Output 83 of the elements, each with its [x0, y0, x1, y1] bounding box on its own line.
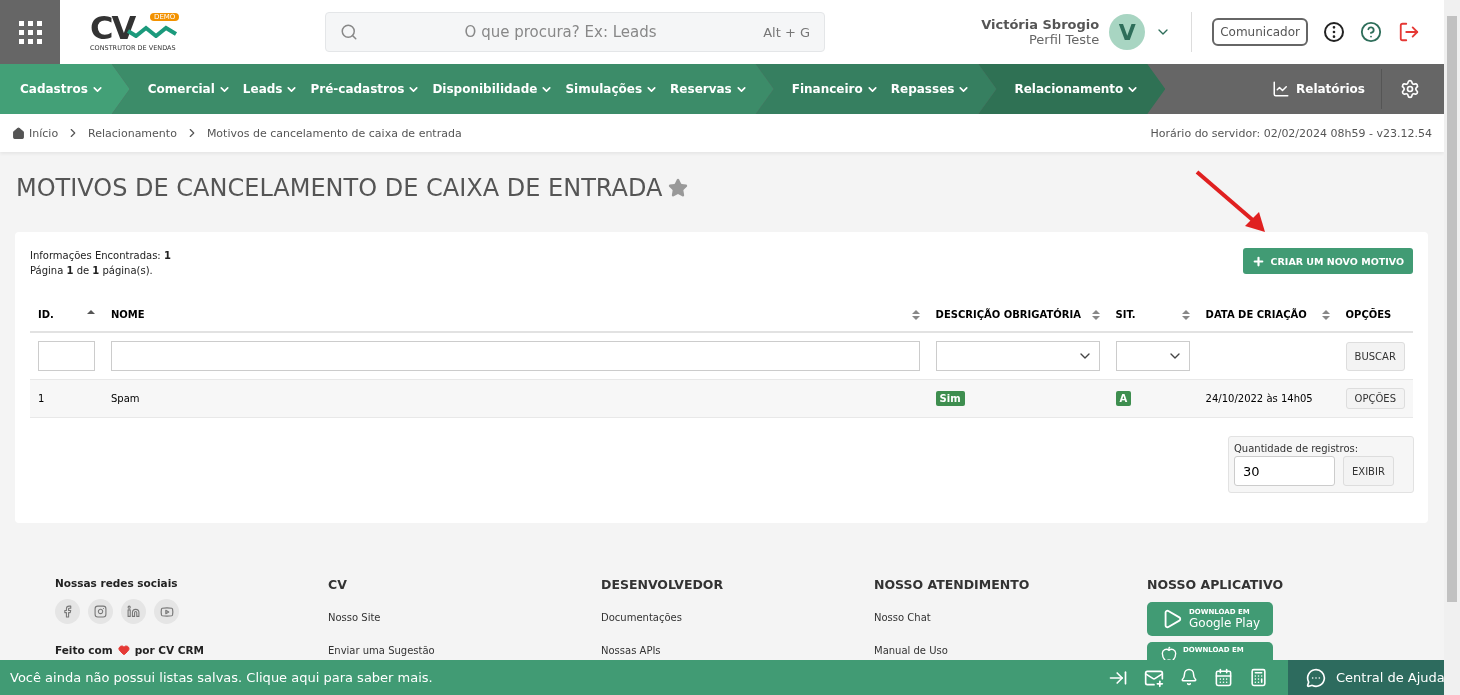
filter-select-field[interactable] [935, 341, 1100, 371]
required-badge: Sim [935, 391, 965, 406]
footer-heading: DESENVOLVEDOR [601, 577, 725, 592]
footer-link[interactable]: Nosso Chat [874, 612, 1147, 623]
nav-menu-item[interactable]: Financeiro [791, 82, 879, 96]
nav-menu-item[interactable]: Relacionamento [1014, 82, 1140, 96]
nav-menu-item[interactable]: Disponibilidade [432, 82, 554, 96]
page-title: MOTIVOS DE CANCELAMENTO DE CAIXA DE ENTRADA [16, 174, 663, 202]
favorite-star-icon[interactable] [668, 178, 689, 198]
status-badge: A [1115, 391, 1132, 406]
reports-button[interactable]: Relatórios [1256, 69, 1382, 109]
home-icon [12, 126, 25, 140]
table-cell: 24/10/2022 às 14h05 [1205, 393, 1313, 404]
filter-input-field[interactable] [38, 341, 95, 371]
footer-link[interactable]: Manual de Uso [874, 645, 1147, 656]
sort-icon[interactable] [1091, 309, 1100, 320]
records-label: Quantidade de registros: [1234, 443, 1360, 454]
nav-menu-item[interactable]: Cadastros [20, 82, 104, 96]
help-center-button[interactable]: Central de Ajuda [1288, 660, 1444, 695]
sort-icon[interactable] [1181, 309, 1190, 320]
sort-icon[interactable] [911, 309, 920, 320]
column-header: NOME [111, 309, 145, 320]
help-icon[interactable] [1360, 21, 1382, 43]
create-button[interactable]: CRIAR UM NOVO MOTIVO [1242, 248, 1413, 274]
youtube-icon[interactable] [154, 599, 179, 624]
annotation-arrow [1195, 170, 1267, 234]
footer-heading: CV [328, 577, 348, 592]
options-button[interactable]: OPÇÕES [1345, 388, 1405, 409]
social-title: Nossas redes sociais [55, 577, 179, 589]
search-button[interactable]: BUSCAR [1345, 341, 1405, 371]
breadcrumb-link[interactable]: Início [12, 126, 59, 140]
footer-heading: NOSSO ATENDIMENTO [874, 577, 1031, 592]
apple-icon [1161, 646, 1177, 660]
logout-icon[interactable] [1398, 21, 1420, 43]
nav-menu-item[interactable]: Repasses [890, 82, 971, 96]
column-header: DESCRIÇÃO OBRIGATÓRIA [935, 309, 1081, 320]
scrollbar[interactable] [1444, 0, 1460, 695]
show-button[interactable]: EXIBIR [1343, 456, 1394, 486]
instagram-icon[interactable] [88, 599, 113, 624]
nav-menu-item[interactable]: Simulações [565, 82, 659, 96]
table-cell: 1 [38, 393, 45, 404]
results-count: Informações Encontradas: 1 [30, 249, 171, 263]
heart-icon [117, 644, 130, 656]
nav-menu-item[interactable]: Leads [242, 82, 299, 96]
filter-select-field[interactable] [1115, 341, 1190, 371]
column-header: SIT. [1115, 309, 1136, 320]
table-cell: Spam [111, 393, 140, 404]
apps-menu-button[interactable] [0, 0, 60, 64]
made-by-text: por CV CRM [134, 644, 205, 656]
column-header: DATA DE CRIAÇÃO [1205, 309, 1307, 320]
communicator-button[interactable]: Comunicador [1212, 18, 1308, 46]
search-input-field[interactable]: O que procura? Ex: Leads [368, 22, 754, 42]
shortcut-hint: Alt + G [763, 24, 810, 40]
nav-menu-item[interactable]: Reservas [670, 82, 748, 96]
breadcrumb-link[interactable]: Motivos de cancelamento de caixa de entrada [206, 126, 462, 140]
footer-link[interactable]: Nosso Site [328, 612, 601, 623]
filter-input-field[interactable] [111, 341, 920, 371]
search-icon [340, 23, 358, 41]
user-name: Victória Sbrogio [981, 17, 1100, 32]
records-input-field[interactable]: 30 [1234, 456, 1335, 486]
footer-link[interactable]: Documentações [601, 612, 874, 623]
chat-bubble-icon [1306, 667, 1326, 688]
plus-icon [1251, 254, 1265, 268]
column-header: ID. [38, 309, 54, 320]
more-options-icon[interactable] [1324, 22, 1344, 42]
search-field[interactable]: O que procura? Ex: Leads Alt + G [325, 12, 825, 52]
user-profile: Perfil Teste [1028, 32, 1100, 47]
line-chart-icon [1272, 80, 1290, 98]
user-avatar[interactable]: V [1109, 14, 1146, 50]
saved-lists-link[interactable]: Você ainda não possui listas salvas. Clique aqui para saber mais. [0, 670, 433, 685]
sort-icon[interactable] [1321, 309, 1330, 320]
footer-heading: NOSSO APLICATIVO [1147, 577, 1285, 592]
column-header: OPÇÕES [1345, 309, 1392, 320]
facebook-icon[interactable] [55, 599, 80, 624]
page-info: Página 1 de 1 página(s). [30, 264, 154, 278]
linkedin-icon[interactable] [121, 599, 146, 624]
server-time: Horário do servidor: 02/02/2024 08h59 - v23.12.54 [1150, 126, 1432, 140]
footer-link[interactable]: Nossas APIs [601, 645, 874, 656]
nav-menu-item[interactable]: Pré-cadastros [310, 82, 421, 96]
nav-menu-item[interactable]: Comercial [147, 82, 231, 96]
breadcrumb-link[interactable]: Relacionamento [88, 126, 177, 140]
made-with-text: Feito com [55, 644, 113, 656]
footer-link[interactable]: Enviar uma Sugestão [328, 645, 601, 656]
